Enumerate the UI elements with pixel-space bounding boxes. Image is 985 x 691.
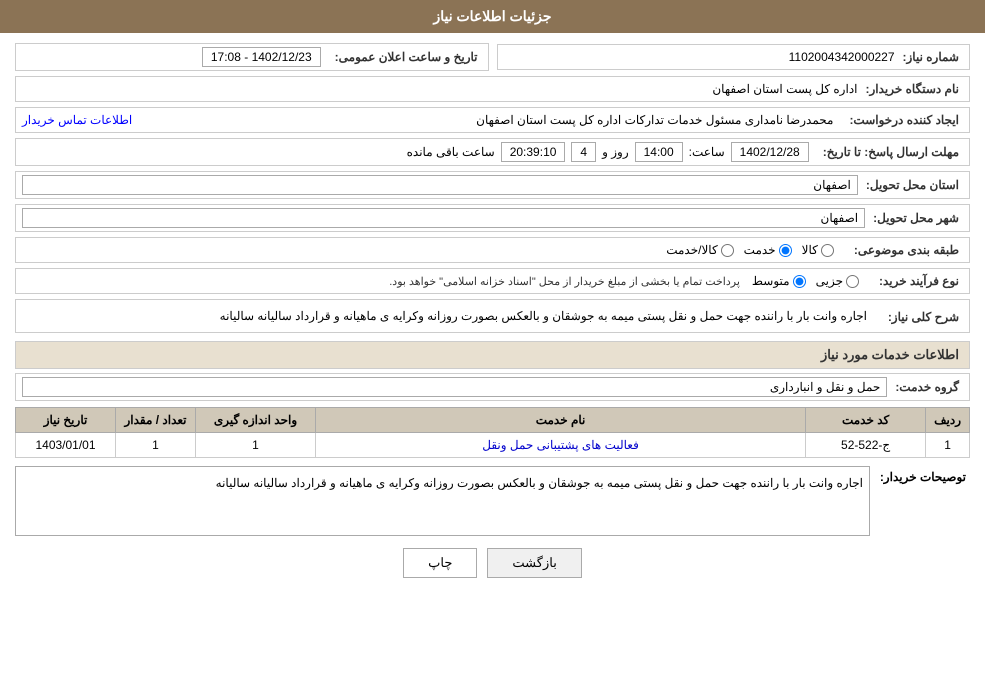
deadline-remaining: 20:39:10 — [501, 142, 566, 162]
deadline-days-label: روز و — [602, 145, 629, 159]
col-header-unit: واحد اندازه گیری — [196, 408, 316, 433]
category-option-khedmat[interactable]: خدمت — [744, 243, 792, 257]
delivery-city-label: شهر محل تحویل: — [865, 211, 963, 225]
buyer-desc-row: توصیحات خریدار: اجاره وانت بار با راننده… — [15, 466, 970, 536]
general-desc-label: شرح کلی نیاز: — [873, 306, 963, 324]
buttons-row: بازگشت چاپ — [15, 548, 970, 578]
delivery-province-value: اصفهان — [22, 175, 858, 195]
service-group-label: گروه خدمت: — [887, 380, 963, 394]
process-option-jozii-label: جزیی — [816, 274, 843, 288]
category-option-kala-khedmat-label: کالا/خدمت — [666, 243, 717, 257]
creator-label: ایجاد کننده درخواست: — [841, 113, 963, 127]
col-header-name: نام خدمت — [316, 408, 806, 433]
process-option-motaset-label: متوسط — [752, 274, 790, 288]
process-label: نوع فرآیند خرید: — [871, 274, 963, 288]
col-header-date: تاریخ نیاز — [16, 408, 116, 433]
col-header-code: کد خدمت — [806, 408, 926, 433]
buyer-org-label: نام دستگاه خریدار: — [858, 82, 964, 96]
process-note: پرداخت تمام یا بخشی از مبلغ خریدار از مح… — [22, 275, 740, 288]
date-announce-label: تاریخ و ساعت اعلان عمومی: — [327, 50, 482, 64]
deadline-days: 4 — [571, 142, 596, 162]
category-radio-group: کالا/خدمت خدمت کالا — [666, 243, 834, 257]
buyer-desc-value: اجاره وانت بار با راننده جهت حمل و نقل پ… — [15, 466, 870, 536]
services-table: ردیف کد خدمت نام خدمت واحد اندازه گیری ت… — [15, 407, 970, 458]
services-info-title: اطلاعات خدمات مورد نیاز — [15, 341, 970, 369]
cell-code: ج-522-52 — [806, 433, 926, 458]
cell-date: 1403/01/01 — [16, 433, 116, 458]
cell-qty: 1 — [116, 433, 196, 458]
process-option-motaset[interactable]: متوسط — [752, 274, 806, 288]
cell-index: 1 — [926, 433, 970, 458]
need-number-label: شماره نیاز: — [895, 50, 963, 64]
col-header-qty: تعداد / مقدار — [116, 408, 196, 433]
print-button[interactable]: چاپ — [403, 548, 477, 578]
back-button[interactable]: بازگشت — [487, 548, 581, 578]
general-desc-value: اجاره وانت بار با راننده جهت حمل و نقل پ… — [22, 306, 873, 326]
page-title: جزئیات اطلاعات نیاز — [0, 0, 985, 33]
process-option-jozii[interactable]: جزیی — [816, 274, 859, 288]
category-option-khedmat-label: خدمت — [744, 243, 776, 257]
creator-contact-link[interactable]: اطلاعات تماس خریدار — [22, 113, 132, 127]
category-option-kala-khedmat[interactable]: کالا/خدمت — [666, 243, 733, 257]
deadline-date: 1402/12/28 — [731, 142, 809, 162]
buyer-org-value: اداره کل پست استان اصفهان — [22, 82, 858, 96]
category-option-kala[interactable]: کالا — [802, 243, 834, 257]
need-number-value: 1102004342000227 — [504, 50, 895, 64]
buyer-desc-label: توصیحات خریدار: — [870, 466, 970, 484]
deadline-label: مهلت ارسال پاسخ: تا تاریخ: — [815, 145, 963, 159]
category-option-kala-label: کالا — [802, 243, 818, 257]
deadline-remaining-label: ساعت باقی مانده — [407, 145, 495, 159]
col-header-index: ردیف — [926, 408, 970, 433]
delivery-province-label: استان محل تحویل: — [858, 178, 963, 192]
creator-value: محمدرضا نامداری مسئول خدمات تدارکات ادار… — [140, 113, 833, 127]
service-group-value: حمل و نقل و انبارداری — [22, 377, 887, 397]
category-label: طبقه بندی موضوعی: — [846, 243, 963, 257]
process-radio-group: متوسط جزیی — [752, 274, 859, 288]
cell-unit: 1 — [196, 433, 316, 458]
delivery-city-value: اصفهان — [22, 208, 865, 228]
deadline-time-label: ساعت: — [689, 145, 725, 159]
date-announce-value: 1402/12/23 - 17:08 — [202, 47, 321, 67]
deadline-time: 14:00 — [635, 142, 683, 162]
table-row: 1ج-522-52فعالیت های پشتیبانی حمل ونقل111… — [16, 433, 970, 458]
cell-name: فعالیت های پشتیبانی حمل ونقل — [316, 433, 806, 458]
